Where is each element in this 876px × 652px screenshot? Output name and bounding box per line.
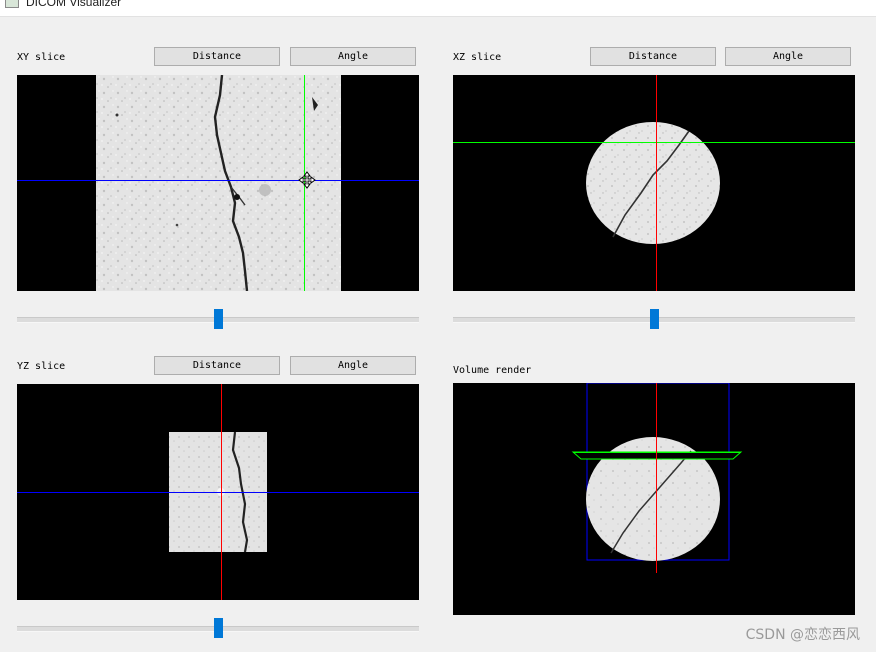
xz-slice-label: XZ slice: [453, 52, 502, 63]
volume-render-image: [571, 383, 743, 573]
yz-slice-viewport[interactable]: [17, 384, 419, 600]
yz-slice-slider-handle[interactable]: [213, 618, 223, 638]
xz-angle-button[interactable]: Angle: [725, 47, 851, 66]
xz-slice-slider-handle[interactable]: [649, 309, 659, 329]
xy-distance-button[interactable]: Distance: [154, 47, 280, 66]
volume-render-label: Volume render: [453, 365, 532, 376]
window-title: DICOM Visualizer: [26, 0, 122, 9]
xy-slice-label: XY slice: [17, 52, 66, 63]
xz-distance-button[interactable]: Distance: [590, 47, 716, 66]
xy-slice-viewport[interactable]: [17, 75, 419, 291]
xz-slice-image: [453, 75, 855, 291]
yz-slice-label: YZ slice: [17, 361, 66, 372]
xz-slice-viewport[interactable]: [453, 75, 855, 291]
yz-angle-button[interactable]: Angle: [290, 356, 416, 375]
yz-slice-image: [17, 384, 419, 600]
xy-angle-button[interactable]: Angle: [290, 47, 416, 66]
yz-distance-button[interactable]: Distance: [154, 356, 280, 375]
title-bar: DICOM Visualizer: [0, 0, 876, 17]
xy-slice-image: [17, 75, 419, 291]
app-icon: [5, 0, 19, 8]
watermark: CSDN @恋恋西风: [745, 627, 860, 643]
volume-render-viewport[interactable]: [453, 383, 855, 615]
xy-slice-slider-handle[interactable]: [213, 309, 223, 329]
